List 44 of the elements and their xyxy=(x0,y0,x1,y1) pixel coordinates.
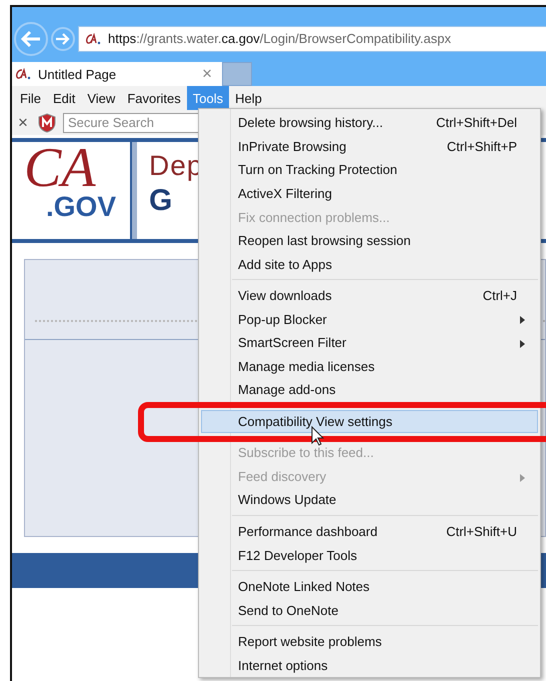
url-text: ca.gov xyxy=(221,31,260,46)
new-tab-button[interactable] xyxy=(222,62,252,86)
forward-arrow-icon xyxy=(55,32,71,46)
back-button[interactable] xyxy=(14,22,48,56)
menu-item[interactable]: InPrivate Browsing Ctrl+Shift+P xyxy=(201,134,538,158)
url-text: /Login/BrowserCompatibility.aspx xyxy=(260,31,451,46)
logo-text: CA xyxy=(24,142,96,194)
site-icon xyxy=(15,68,33,80)
menu-item[interactable]: F12 Developer Tools xyxy=(201,543,538,567)
back-arrow-icon xyxy=(20,30,42,48)
menu-item[interactable]: Internet options xyxy=(201,653,538,677)
menu-item[interactable]: Report website problems xyxy=(201,630,538,654)
menu-item[interactable]: Windows Update xyxy=(201,488,538,512)
url-text: ://grants.water. xyxy=(136,31,222,46)
menu-bar-item[interactable]: Help xyxy=(229,86,268,110)
menu-item[interactable]: Manage add-ons xyxy=(201,378,538,402)
site-icon xyxy=(85,32,103,44)
page-heading: G xyxy=(149,184,174,218)
menu-item[interactable]: Pop-up Blocker xyxy=(201,307,538,331)
menu-bar-item[interactable]: File xyxy=(14,86,47,110)
menu-item[interactable]: Manage media licenses xyxy=(201,354,538,378)
mouse-cursor-icon xyxy=(311,426,325,446)
menu-item[interactable]: OneNote Linked Notes xyxy=(201,574,538,598)
menu-item[interactable]: Turn on Tracking Protection xyxy=(201,158,538,182)
menu-item[interactable]: ActiveX Filtering xyxy=(201,182,538,206)
url-text: https xyxy=(108,31,136,46)
menu-bar-item[interactable]: View xyxy=(81,86,122,110)
menu-item[interactable]: Reopen last browsing session xyxy=(201,228,538,252)
logo-text: .GOV xyxy=(46,194,118,220)
menu-item[interactable]: Send to OneNote xyxy=(201,598,538,622)
shield-icon xyxy=(36,112,57,132)
menu-item[interactable]: Compatibility View settings xyxy=(201,410,538,434)
menu-item[interactable]: Performance dashboard Ctrl+Shift+U xyxy=(201,520,538,544)
close-tab-button[interactable]: × xyxy=(198,64,216,84)
menu-item[interactable]: Add site to Apps xyxy=(201,252,538,276)
address-bar[interactable]: https://grants.water.ca.gov/Login/BrowserCompatibility.aspx xyxy=(78,26,546,52)
close-toolbar-button[interactable]: × xyxy=(15,112,31,132)
menu-bar-item[interactable]: Edit xyxy=(46,86,82,110)
menu-item[interactable]: View downloads Ctrl+J xyxy=(201,284,538,308)
forward-button[interactable] xyxy=(51,26,75,50)
tab-title: Untitled Page xyxy=(38,66,118,82)
browser-tab[interactable]: Untitled Page × xyxy=(12,62,222,86)
menu-bar-item[interactable]: Favorites xyxy=(121,86,187,110)
menu-item[interactable]: SmartScreen Filter xyxy=(201,330,538,355)
